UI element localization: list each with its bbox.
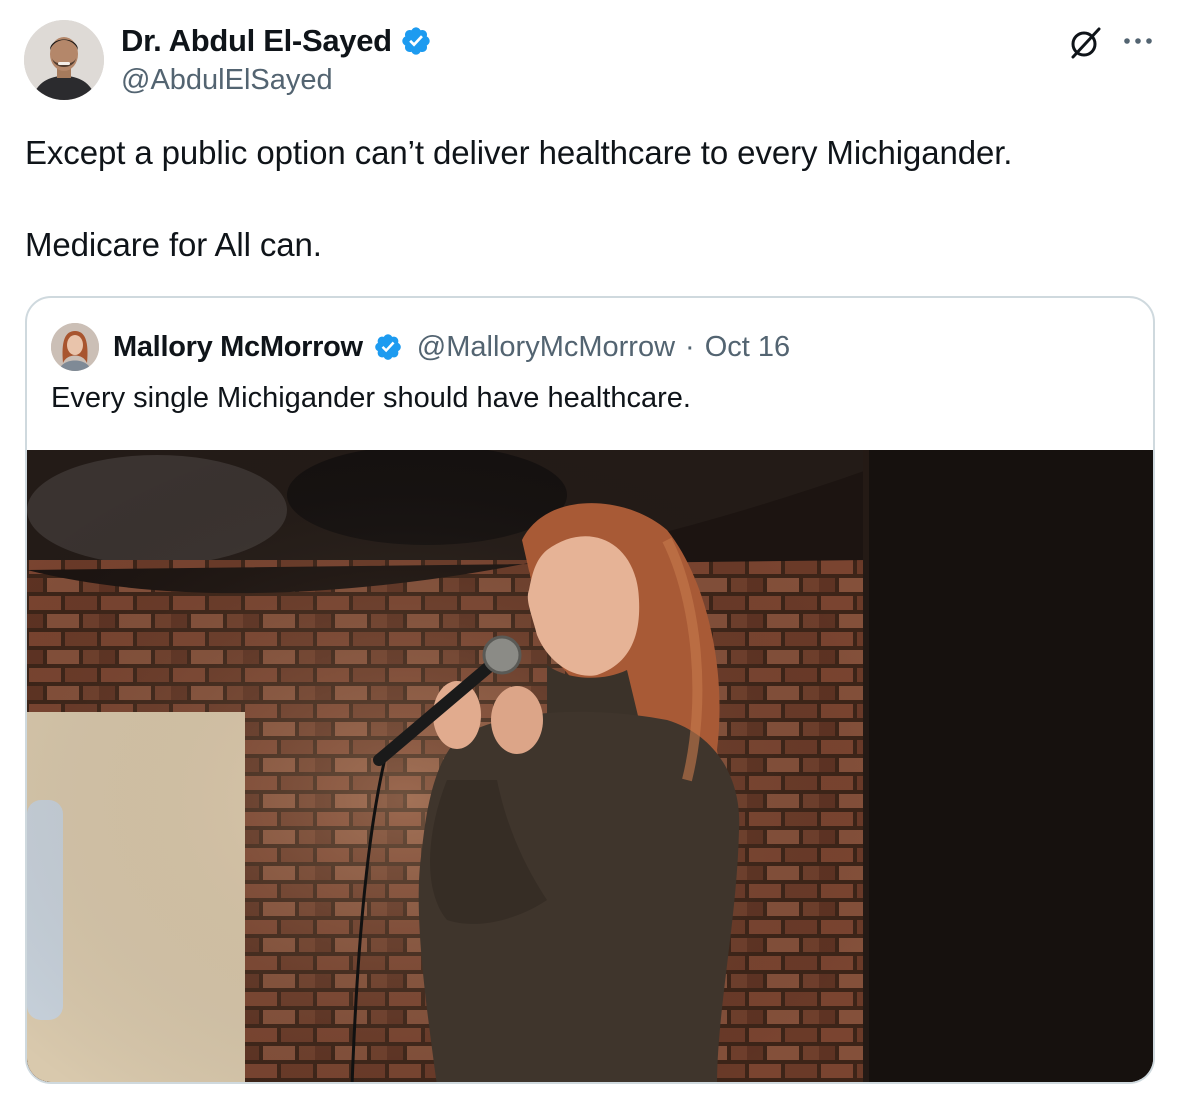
author-avatar[interactable] [24,20,104,100]
quote-header: Mallory McMorrow @MalloryMcMorrow · Oct … [51,322,790,372]
quote-author-avatar[interactable] [51,323,99,371]
author-name-row: Dr. Abdul El-Sayed [121,22,432,60]
quote-media-photo[interactable] [27,450,1153,1082]
quote-date[interactable]: Oct 16 [705,331,790,364]
quote-display-name[interactable]: Mallory McMorrow [113,331,363,364]
verified-badge-icon [374,334,401,360]
quote-separator: · [685,330,695,363]
grok-icon[interactable] [1066,24,1104,62]
more-icon[interactable] [1120,26,1156,56]
tweet-paragraph: Except a public option can’t deliver hea… [25,134,1013,171]
quote-handle[interactable]: @MalloryMcMorrow [417,331,675,364]
verified-badge-icon [402,27,430,55]
tweet-paragraph: Medicare for All can. [25,226,322,263]
quote-text: Every single Michigander should have hea… [51,382,691,414]
tweet-text: Except a public option can’t deliver hea… [25,130,1155,268]
author-handle[interactable]: @AbdulElSayed [121,62,333,98]
quoted-tweet-card[interactable]: Mallory McMorrow @MalloryMcMorrow · Oct … [25,296,1155,1084]
author-display-name[interactable]: Dr. Abdul El-Sayed [121,22,392,60]
